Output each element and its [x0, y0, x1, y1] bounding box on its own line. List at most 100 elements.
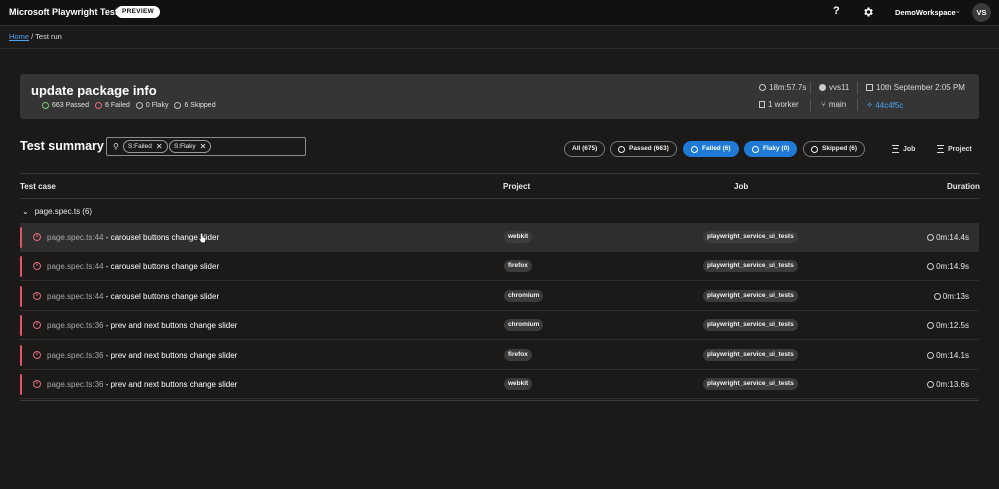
- table-row[interactable]: × page.spec.ts:44 - carousel buttons chan…: [20, 223, 979, 252]
- table-row[interactable]: × page.spec.ts:36 - prev and next buttons…: [20, 341, 979, 370]
- duration-cell: 0m:13s: [933, 292, 969, 301]
- run-user: vvs11: [819, 83, 849, 92]
- stopwatch-icon: [933, 293, 941, 300]
- close-icon[interactable]: ✕: [156, 140, 163, 153]
- test-case-name[interactable]: page.spec.ts:36 - prev and next buttons …: [47, 321, 237, 330]
- run-commit[interactable]: ⟡ 44c4f5c: [867, 100, 903, 110]
- test-title: prev and next buttons change slider: [110, 351, 238, 360]
- commit-link[interactable]: 44c4f5c: [875, 101, 903, 110]
- error-circle-icon: [691, 145, 698, 153]
- passed-stat: 663 Passed: [42, 102, 89, 109]
- table-row[interactable]: × page.spec.ts:44 - carousel buttons chan…: [20, 252, 979, 281]
- failed-count: 6 Failed: [104, 102, 130, 109]
- divider: [20, 198, 979, 199]
- breadcrumb-current: Test run: [35, 32, 62, 41]
- help-icon[interactable]: ?: [833, 5, 840, 17]
- table-row[interactable]: × page.spec.ts:36 - prev and next buttons…: [20, 370, 979, 399]
- gear-icon[interactable]: [862, 6, 874, 18]
- status-filter-label: All (675): [572, 145, 598, 152]
- run-duration: 18m:57.7s: [759, 83, 806, 92]
- stopwatch-icon: [927, 381, 935, 388]
- failed-status-bar: [20, 256, 22, 277]
- duration-cell: 0m:14.9s: [927, 262, 969, 271]
- failed-status-bar: [20, 227, 22, 248]
- column-header-duration[interactable]: Duration: [947, 182, 980, 191]
- workspace-selector[interactable]: DemoWorkspace: [895, 8, 956, 17]
- filter-chip-flaky[interactable]: S:Flaky ✕: [169, 140, 212, 153]
- group-by-job-button[interactable]: Job: [892, 145, 915, 153]
- project-badge: firefox: [504, 260, 532, 272]
- job-badge: playwright_service_ui_tests: [703, 349, 798, 361]
- stopwatch-icon: [927, 263, 935, 270]
- status-filter-passed[interactable]: Passed (663): [610, 141, 677, 157]
- column-header-job[interactable]: Job: [734, 182, 748, 191]
- passed-count: 663 Passed: [52, 102, 89, 109]
- error-circle-icon: ×: [33, 351, 41, 359]
- failed-status-bar: [20, 345, 22, 366]
- skipped-count: 6 Skipped: [184, 102, 216, 109]
- filter-chip-label: S:Flaky: [174, 143, 196, 150]
- search-icon: ⚲: [113, 142, 119, 151]
- test-case-name[interactable]: page.spec.ts:36 - prev and next buttons …: [47, 351, 237, 360]
- app-title[interactable]: Microsoft Playwright Testing: [9, 7, 131, 17]
- status-filter-label: Failed (6): [702, 145, 731, 152]
- error-circle-icon: ×: [33, 380, 41, 388]
- flaky-count: 0 Flaky: [145, 102, 169, 109]
- group-by-project-button[interactable]: Project: [937, 145, 972, 153]
- chevron-down-icon[interactable]: ⌄: [22, 207, 29, 216]
- top-bar: Microsoft Playwright Testing PREVIEW ? D…: [0, 0, 999, 26]
- commit-icon: ⟡: [867, 100, 873, 109]
- test-case-name[interactable]: page.spec.ts:36 - prev and next buttons …: [47, 380, 237, 389]
- close-icon[interactable]: ✕: [200, 140, 207, 153]
- error-circle-icon: ×: [33, 321, 41, 329]
- table-row[interactable]: × page.spec.ts:36 - prev and next buttons…: [20, 311, 979, 340]
- status-filter-failed[interactable]: Failed (6): [683, 141, 739, 157]
- column-header-project[interactable]: Project: [503, 182, 530, 191]
- status-filter-all[interactable]: All (675): [564, 141, 606, 157]
- calendar-icon: [866, 84, 873, 91]
- run-duration-value: 18m:57.7s: [769, 83, 807, 92]
- test-case-name[interactable]: page.spec.ts:44 - carousel buttons chang…: [47, 233, 219, 242]
- meta-divider: [810, 99, 811, 111]
- failed-stat: 6 Failed: [94, 102, 130, 109]
- chevron-down-icon[interactable]: ⌄: [955, 7, 961, 15]
- mouse-cursor-icon: [198, 232, 206, 244]
- run-user-value: vvs11: [829, 83, 850, 92]
- test-file: page.spec.ts:36: [47, 351, 104, 360]
- duration-cell: 0m:14.1s: [927, 351, 969, 360]
- skipped-circle-icon: [174, 102, 182, 109]
- duration-value: 0m:14.9s: [936, 262, 969, 271]
- group-header[interactable]: ⌄ page.spec.ts (6): [22, 207, 92, 216]
- project-badge: webkit: [504, 378, 533, 390]
- stopwatch-icon: [759, 84, 766, 91]
- branch-icon: ⑂: [821, 100, 826, 109]
- test-title: prev and next buttons change slider: [110, 380, 238, 389]
- skipped-stat: 6 Skipped: [174, 102, 216, 109]
- meta-divider: [857, 99, 858, 111]
- avatar[interactable]: VS: [972, 3, 991, 22]
- test-sep: -: [103, 292, 111, 301]
- test-case-name[interactable]: page.spec.ts:44 - carousel buttons chang…: [47, 262, 219, 271]
- filter-chip-failed[interactable]: S:Failed ✕: [123, 140, 168, 153]
- stopwatch-icon: [927, 234, 935, 241]
- preview-badge: PREVIEW: [116, 6, 161, 18]
- meta-divider: [857, 82, 858, 94]
- list-icon: [892, 145, 899, 153]
- test-file: page.spec.ts:44: [47, 262, 104, 271]
- breadcrumb-home-link[interactable]: Home: [9, 32, 29, 41]
- status-filter-skipped[interactable]: Skipped (6): [803, 141, 866, 157]
- column-header-test-case[interactable]: Test case: [20, 182, 56, 191]
- duration-cell: 0m:14.4s: [927, 233, 969, 242]
- test-case-name[interactable]: page.spec.ts:44 - carousel buttons chang…: [47, 292, 219, 301]
- run-branch: ⑂ main: [821, 100, 846, 109]
- run-title: update package info: [31, 83, 157, 98]
- table-row[interactable]: × page.spec.ts:44 - carousel buttons chan…: [20, 282, 979, 311]
- status-filter-flaky[interactable]: Flaky (0): [744, 141, 798, 157]
- filter-search-input[interactable]: ⚲ S:Failed ✕ S:Flaky ✕: [106, 137, 306, 156]
- test-title: carousel buttons change slider: [110, 292, 220, 301]
- check-circle-icon: [42, 102, 49, 109]
- run-workers: 1 worker: [759, 100, 799, 109]
- duration-cell: 0m:12.5s: [927, 321, 969, 330]
- group-label: page.spec.ts (6): [34, 207, 93, 216]
- test-sep: -: [103, 380, 111, 389]
